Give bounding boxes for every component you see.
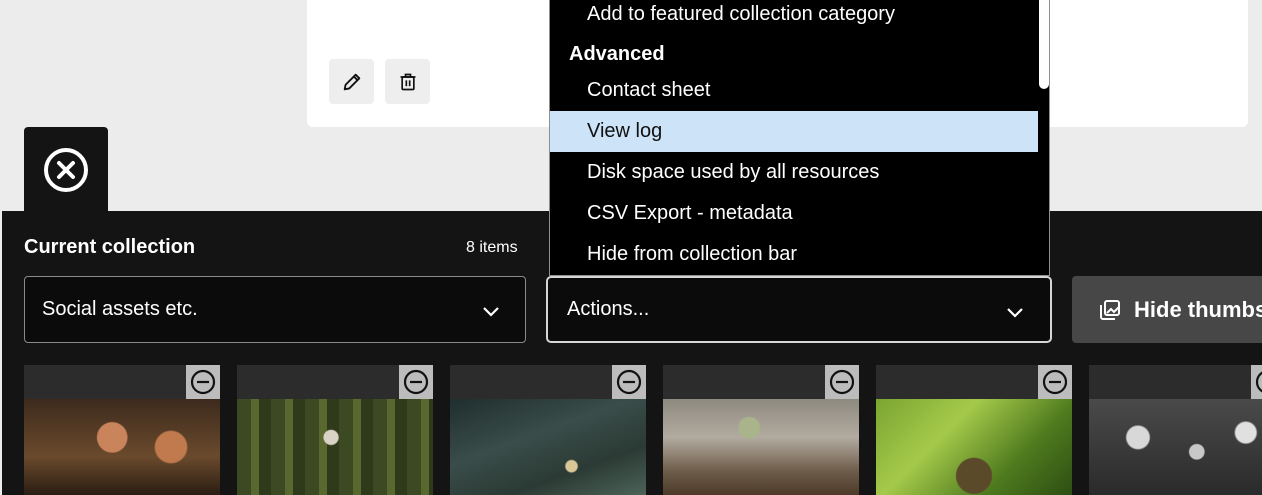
- option-csv-export[interactable]: CSV Export - metadata: [550, 193, 1038, 234]
- remove-from-collection-button[interactable]: [612, 365, 646, 399]
- chevron-down-icon: [1007, 308, 1023, 318]
- option-add-to-featured-category[interactable]: Add to featured collection category: [550, 0, 1038, 35]
- hide-thumbs-label: Hide thumbs: [1134, 296, 1262, 322]
- thumbnail-image[interactable]: [876, 399, 1072, 495]
- actions-dropdown-menu: Add to featured collection category Adva…: [549, 0, 1050, 276]
- actions-select-value: Actions...: [567, 298, 650, 320]
- remove-from-collection-button[interactable]: [825, 365, 859, 399]
- option-hide-from-collection-bar[interactable]: Hide from collection bar: [550, 234, 1038, 275]
- chevron-down-icon: [483, 307, 499, 317]
- collection-select[interactable]: Social assets etc.: [24, 276, 526, 343]
- items-count: 8 items: [466, 239, 518, 256]
- thumbnail-image[interactable]: [237, 399, 433, 495]
- collection-thumbnail[interactable]: [450, 365, 646, 495]
- remove-from-collection-button[interactable]: [1038, 365, 1072, 399]
- collection-title: Current collection: [24, 236, 196, 258]
- close-circle-icon: [44, 148, 88, 192]
- trash-icon: [400, 73, 415, 90]
- thumbnail-image[interactable]: [24, 399, 220, 495]
- minus-circle-icon: [403, 369, 429, 395]
- edit-button[interactable]: [329, 59, 374, 104]
- collection-thumbnail[interactable]: [237, 365, 433, 495]
- minus-circle-icon: [1255, 371, 1262, 393]
- remove-from-collection-button[interactable]: [399, 365, 433, 399]
- hide-thumbs-button[interactable]: Hide thumbs: [1072, 276, 1262, 343]
- option-disk-space[interactable]: Disk space used by all resources: [550, 152, 1038, 193]
- pencil-icon: [343, 73, 360, 90]
- collection-thumbnail[interactable]: [663, 365, 859, 495]
- images-icon: [1100, 299, 1120, 320]
- minus-circle-icon: [190, 369, 216, 395]
- minus-circle-icon: [616, 369, 642, 395]
- collection-thumbnail[interactable]: [1089, 365, 1262, 495]
- optgroup-advanced: Advanced: [569, 43, 665, 65]
- dropdown-scrollbar[interactable]: [1039, 0, 1049, 89]
- thumbnail-image[interactable]: [663, 399, 859, 495]
- remove-from-collection-button[interactable]: [186, 365, 220, 399]
- collection-thumbnail[interactable]: [876, 365, 1072, 495]
- minus-circle-icon: [1042, 369, 1068, 395]
- minus-circle-icon: [829, 369, 855, 395]
- option-contact-sheet[interactable]: Contact sheet: [550, 70, 1038, 111]
- option-view-log[interactable]: View log: [550, 111, 1038, 152]
- close-collection-button[interactable]: [24, 127, 108, 213]
- delete-button[interactable]: [385, 59, 430, 104]
- collection-thumbnail[interactable]: [24, 365, 220, 495]
- collection-select-value: Social assets etc.: [42, 298, 198, 320]
- actions-select[interactable]: Actions...: [546, 276, 1052, 343]
- thumbnail-image[interactable]: [1089, 399, 1262, 495]
- thumbnail-image[interactable]: [450, 399, 646, 495]
- remove-from-collection-button[interactable]: [1251, 365, 1262, 399]
